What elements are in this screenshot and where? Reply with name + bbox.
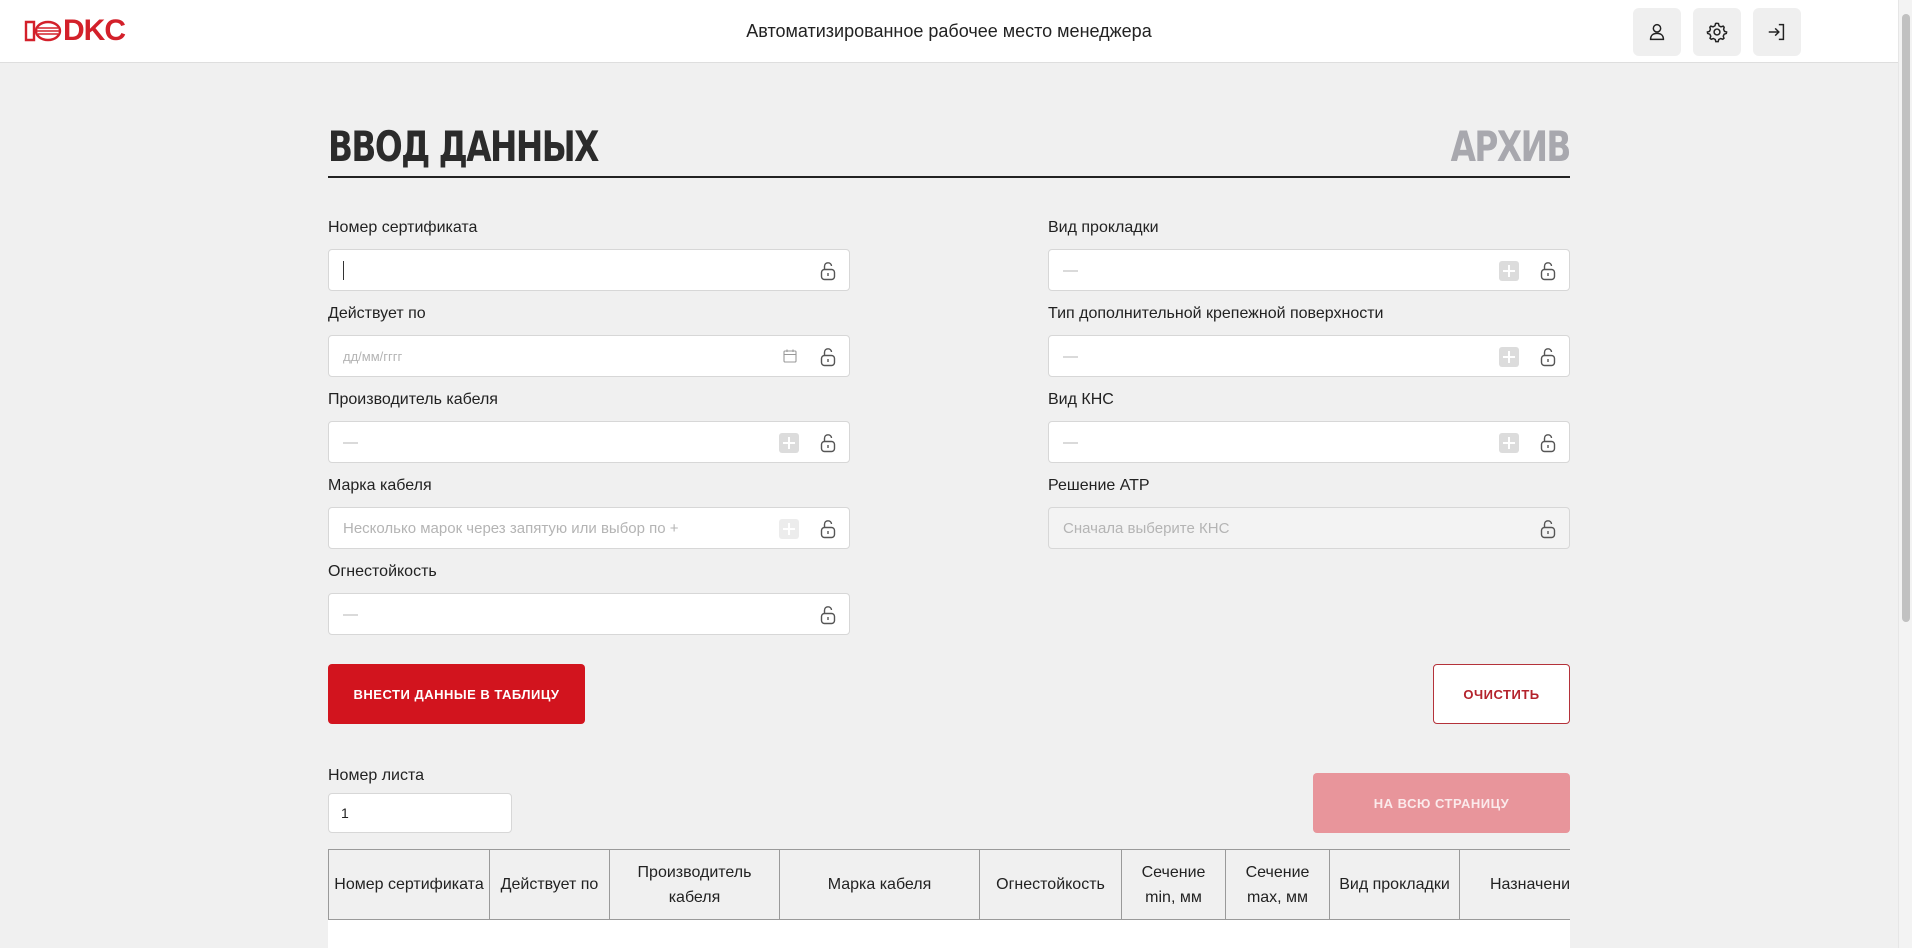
column-header[interactable]: Назначение (1460, 850, 1570, 919)
valid-until-label: Действует по (328, 305, 426, 322)
certificate-number-input[interactable] (328, 249, 850, 291)
lock-icon[interactable] (819, 347, 837, 367)
submit-to-table-button[interactable]: ВНЕСТИ ДАННЫЕ В ТАБЛИЦУ (328, 664, 585, 724)
fire-resistance-label: Огнестойкость (328, 563, 437, 580)
lock-icon[interactable] (1539, 433, 1557, 453)
fire-resistance-field: Огнестойкость — (328, 562, 850, 635)
certificates-table: Номер сертификата Действует по Производи… (328, 849, 1570, 948)
lock-icon[interactable] (1539, 261, 1557, 281)
sheet-number-label: Номер листа (328, 767, 425, 784)
laying-type-placeholder: — (1063, 262, 1078, 279)
cable-manufacturer-placeholder: — (343, 434, 358, 451)
column-header[interactable]: Номер сертификата (329, 850, 490, 919)
cable-brand-placeholder: Несколько марок через запятую или выбор … (343, 520, 679, 537)
add-icon[interactable] (1499, 347, 1519, 367)
certificate-number-label: Номер сертификата (328, 219, 478, 236)
valid-until-input[interactable]: дд/мм/гггг (328, 335, 850, 377)
atr-solution-field: Решение АТР Сначала выберите КНС (1048, 476, 1570, 549)
lock-icon[interactable] (1539, 347, 1557, 367)
lock-icon[interactable] (819, 519, 837, 539)
table-body (328, 920, 1570, 948)
column-header[interactable]: Сечение max, мм (1226, 850, 1330, 919)
add-icon[interactable] (1499, 433, 1519, 453)
page-scrollbar[interactable] (1898, 0, 1912, 948)
mount-surface-type-placeholder: — (1063, 348, 1078, 365)
profile-button[interactable] (1633, 8, 1681, 56)
cable-manufacturer-field: Производитель кабеля — (328, 390, 850, 463)
calendar-icon[interactable] (783, 349, 797, 363)
mount-surface-type-input[interactable]: — (1048, 335, 1570, 377)
cable-brand-label: Марка кабеля (328, 477, 432, 494)
lock-icon[interactable] (819, 261, 837, 281)
valid-until-field: Действует по дд/мм/гггг (328, 304, 850, 377)
tab-archive[interactable]: АРХИВ (1451, 122, 1572, 171)
laying-type-input[interactable]: — (1048, 249, 1570, 291)
column-header[interactable]: Действует по (490, 850, 610, 919)
lock-icon[interactable] (1539, 519, 1557, 539)
fullscreen-button[interactable]: НА ВСЮ СТРАНИЦУ (1313, 773, 1570, 833)
top-header: DKC Автоматизированное рабочее место мен… (0, 0, 1898, 63)
add-icon[interactable] (779, 519, 799, 539)
column-header[interactable]: Огнестойкость (980, 850, 1122, 919)
sheet-number-input[interactable]: 1 (328, 793, 512, 833)
atr-solution-placeholder: Сначала выберите КНС (1063, 520, 1230, 537)
settings-button[interactable] (1693, 8, 1741, 56)
kns-type-input[interactable]: — (1048, 421, 1570, 463)
add-icon[interactable] (779, 433, 799, 453)
atr-solution-label: Решение АТР (1048, 477, 1150, 494)
cable-brand-field: Марка кабеля Несколько марок через запят… (328, 476, 850, 549)
kns-type-field: Вид КНС — (1048, 390, 1570, 463)
fire-resistance-placeholder: — (343, 606, 358, 623)
app-title: Автоматизированное рабочее место менедже… (746, 21, 1152, 41)
text-caret (343, 261, 344, 280)
kns-type-label: Вид КНС (1048, 391, 1114, 408)
column-header[interactable]: Вид прокладки (1330, 850, 1460, 919)
atr-solution-input[interactable]: Сначала выберите КНС (1048, 507, 1570, 549)
laying-type-label: Вид прокладки (1048, 219, 1159, 236)
user-icon (1649, 23, 1665, 41)
tab-data-input[interactable]: ВВОД ДАННЫХ (328, 122, 599, 171)
mount-surface-type-label: Тип дополнительной крепежной поверхности (1048, 305, 1384, 322)
laying-type-field: Вид прокладки — (1048, 218, 1570, 291)
column-header[interactable]: Марка кабеля (780, 850, 980, 919)
logout-button[interactable] (1753, 8, 1801, 56)
lock-icon[interactable] (819, 605, 837, 625)
cable-manufacturer-input[interactable]: — (328, 421, 850, 463)
valid-until-placeholder: дд/мм/гггг (343, 349, 403, 364)
mount-surface-type-field: Тип дополнительной крепежной поверхности… (1048, 304, 1570, 377)
table-header: Номер сертификата Действует по Производи… (328, 849, 1570, 920)
section-tabs: ВВОД ДАННЫХ АРХИВ (328, 116, 1572, 178)
column-header[interactable]: Сечение min, мм (1122, 850, 1226, 919)
certificate-number-field: Номер сертификата (328, 218, 850, 291)
cable-manufacturer-label: Производитель кабеля (328, 391, 498, 408)
clear-button[interactable]: ОЧИСТИТЬ (1433, 664, 1570, 724)
logout-icon (1768, 23, 1785, 41)
cable-brand-input[interactable]: Несколько марок через запятую или выбор … (328, 507, 850, 549)
lock-icon[interactable] (819, 433, 837, 453)
fire-resistance-input[interactable]: — (328, 593, 850, 635)
column-header[interactable]: Производитель кабеля (610, 850, 780, 919)
scrollbar-thumb[interactable] (1902, 14, 1910, 622)
gear-icon (1706, 22, 1728, 43)
kns-type-placeholder: — (1063, 434, 1078, 451)
add-icon[interactable] (1499, 261, 1519, 281)
sheet-number-value: 1 (341, 805, 349, 821)
